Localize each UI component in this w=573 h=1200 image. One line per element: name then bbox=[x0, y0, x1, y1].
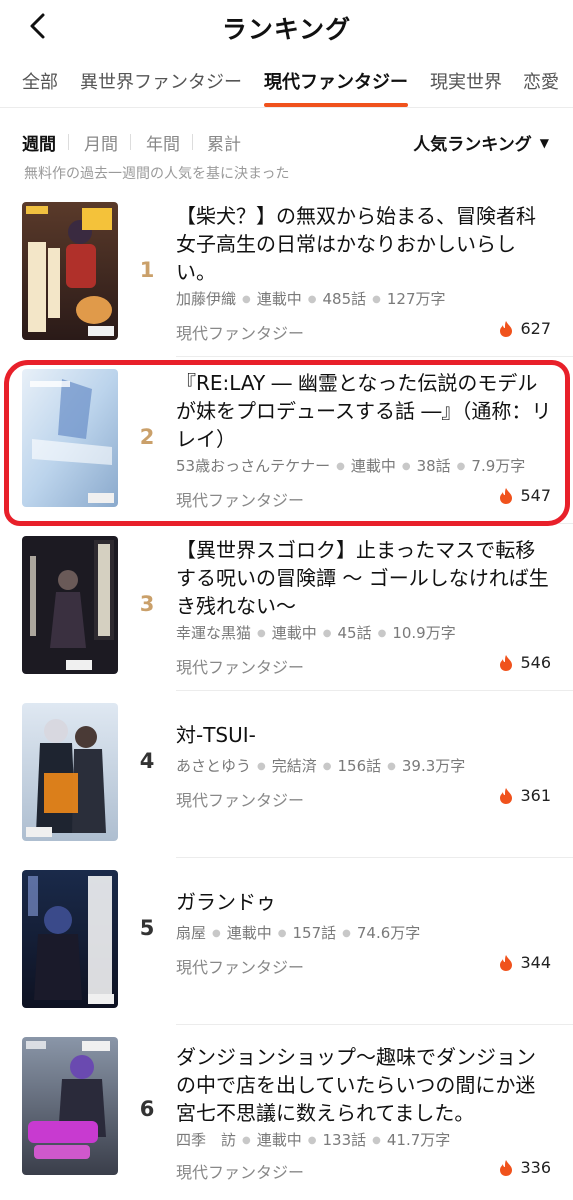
rank-number: 4 bbox=[139, 749, 155, 773]
book-cover bbox=[22, 202, 118, 340]
tab-modern-fantasy[interactable]: 現代ファンタジー bbox=[264, 68, 408, 94]
heat-score: 361 bbox=[498, 786, 551, 805]
tab-isekai-fantasy[interactable]: 異世界ファンタジー bbox=[80, 68, 242, 94]
work-title: 対-TSUI- bbox=[176, 723, 256, 747]
heat-value: 361 bbox=[520, 786, 551, 805]
sort-label: 人気ランキング bbox=[413, 135, 532, 155]
rank-number: 1 bbox=[139, 258, 155, 282]
period-divider bbox=[130, 134, 131, 150]
heat-score: 336 bbox=[498, 1158, 551, 1177]
work-meta: 四季 訪 ● 連載中 ● 133話 ● 41.7万字 bbox=[176, 1131, 451, 1149]
genre-label: 現代ファンタジー bbox=[176, 1163, 305, 1182]
episode-count: 45話 bbox=[337, 624, 372, 642]
rank-number: 5 bbox=[139, 916, 155, 940]
period-tabs: 週間 月間 年間 累計 人気ランキング ▼ bbox=[0, 128, 573, 158]
author-name: 四季 訪 bbox=[176, 1131, 237, 1149]
genre-label: 現代ファンタジー bbox=[176, 491, 305, 510]
period-divider bbox=[192, 134, 193, 150]
status: 連載中 bbox=[271, 624, 317, 642]
episode-count: 38話 bbox=[416, 457, 451, 475]
genre-label: 現代ファンタジー bbox=[176, 791, 305, 810]
flame-icon bbox=[500, 1159, 513, 1176]
work-title: 【柴犬？】の無双から始まる、冒険者科女子高生の日常はかなりおかしいらしい。 bbox=[176, 204, 536, 284]
episode-count: 157話 bbox=[292, 924, 337, 942]
sort-dropdown[interactable]: 人気ランキング ▼ bbox=[413, 130, 549, 155]
status: 連載中 bbox=[226, 924, 272, 942]
work-meta: 53歳おっさんテケナー ● 連載中 ● 38話 ● 7.9万字 bbox=[176, 457, 526, 475]
heat-score: 627 bbox=[498, 319, 551, 338]
period-tab-monthly[interactable]: 月間 bbox=[84, 130, 118, 155]
work-meta: 幸運な黒猫 ● 連載中 ● 45話 ● 10.9万字 bbox=[176, 624, 456, 642]
heat-value: 336 bbox=[520, 1158, 551, 1177]
flame-icon bbox=[500, 787, 513, 804]
book-cover bbox=[22, 1037, 118, 1175]
book-cover bbox=[22, 369, 118, 507]
ranking-item[interactable]: 5 ガランドゥ 扇屋 ● 連載中 ● 157話 ● 74.6万字 現代ファンタジー 344 bbox=[0, 858, 573, 1025]
heat-score: 344 bbox=[498, 953, 551, 972]
tab-romance[interactable]: 恋愛 bbox=[523, 68, 559, 94]
genre-label: 現代ファンタジー bbox=[176, 324, 305, 343]
top-bar: ランキング bbox=[0, 0, 573, 52]
genre-label: 現代ファンタジー bbox=[176, 958, 305, 977]
ranking-item[interactable]: 3 【異世界スゴロク】止まったマスで転移する呪いの冒険譚 〜 ゴールしなければ生… bbox=[0, 524, 573, 691]
heat-score: 547 bbox=[498, 486, 551, 505]
flame-icon bbox=[500, 954, 513, 971]
genre-label: 現代ファンタジー bbox=[176, 658, 305, 677]
flame-icon bbox=[500, 487, 513, 504]
tab-all[interactable]: 全部 bbox=[22, 68, 58, 94]
flame-icon bbox=[500, 654, 513, 671]
flame-icon bbox=[500, 320, 513, 337]
heat-value: 546 bbox=[520, 653, 551, 672]
period-tab-total[interactable]: 累計 bbox=[207, 130, 241, 155]
status: 連載中 bbox=[256, 290, 302, 308]
period-divider bbox=[68, 134, 69, 150]
author-name: 53歳おっさんテケナー bbox=[176, 457, 331, 475]
book-cover bbox=[22, 703, 118, 841]
tab-real-world[interactable]: 現実世界 bbox=[430, 68, 502, 94]
period-tab-weekly[interactable]: 週間 bbox=[22, 130, 56, 155]
heat-value: 344 bbox=[520, 953, 551, 972]
page-title: ランキング bbox=[221, 15, 352, 44]
active-tab-indicator bbox=[264, 103, 408, 107]
char-count: 10.9万字 bbox=[392, 624, 456, 642]
status: 連載中 bbox=[256, 1131, 302, 1149]
work-meta: 加藤伊織 ● 連載中 ● 485話 ● 127万字 bbox=[176, 290, 446, 308]
rank-number: 6 bbox=[139, 1097, 155, 1121]
char-count: 127万字 bbox=[386, 290, 446, 308]
category-tabs: 全部 異世界ファンタジー 現代ファンタジー 現実世界 恋愛 bbox=[0, 56, 573, 108]
work-meta: 扇屋 ● 連載中 ● 157話 ● 74.6万字 bbox=[176, 924, 421, 942]
ranking-item[interactable]: 4 対-TSUI- あさとゆう ● 完結済 ● 156話 ● 39.3万字 現代ファンタジー… bbox=[0, 691, 573, 858]
book-cover bbox=[22, 870, 118, 1008]
ranking-item[interactable]: 2 『RE:LAY ― 幽霊となった伝説のモデルが妹をプロデュースする話 ―』（… bbox=[0, 357, 573, 524]
char-count: 74.6万字 bbox=[356, 924, 421, 942]
work-meta: あさとゆう ● 完結済 ● 156話 ● 39.3万字 bbox=[176, 757, 466, 775]
author-name: 加藤伊織 bbox=[176, 290, 237, 308]
author-name: あさとゆう bbox=[176, 757, 252, 775]
work-title: 【異世界スゴロク】止まったマスで転移する呪いの冒険譚 〜 ゴールしなければ生き残… bbox=[176, 538, 549, 618]
ranking-item[interactable]: 6 ダンジョンショップ〜趣味でダンジョンの中で店を出していたらいつの間にか迷宮七… bbox=[0, 1025, 573, 1192]
caret-down-icon: ▼ bbox=[539, 135, 549, 150]
ranking-item[interactable]: 1 【柴犬？】の無双から始まる、冒険者科女子高生の日常はかなりおかしいらしい。 … bbox=[0, 190, 573, 357]
heat-value: 627 bbox=[520, 319, 551, 338]
episode-count: 156話 bbox=[337, 757, 382, 775]
heat-score: 546 bbox=[498, 653, 551, 672]
work-title: 『RE:LAY ― 幽霊となった伝説のモデルが妹をプロデュースする話 ―』（通称… bbox=[176, 371, 552, 451]
period-tab-yearly[interactable]: 年間 bbox=[146, 130, 180, 155]
author-name: 幸運な黒猫 bbox=[176, 624, 252, 642]
char-count: 41.7万字 bbox=[386, 1131, 451, 1149]
episode-count: 133話 bbox=[322, 1131, 367, 1149]
rank-number: 3 bbox=[139, 592, 155, 616]
ranking-note: 無料作の過去一週間の人気を基に決まった bbox=[24, 166, 290, 182]
char-count: 7.9万字 bbox=[471, 457, 526, 475]
book-cover bbox=[22, 536, 118, 674]
status: 完結済 bbox=[271, 757, 317, 775]
work-title: ガランドゥ bbox=[176, 890, 276, 914]
status: 連載中 bbox=[350, 457, 396, 475]
work-title: ダンジョンショップ〜趣味でダンジョンの中で店を出していたらいつの間にか迷宮七不思… bbox=[176, 1045, 536, 1125]
heat-value: 547 bbox=[520, 486, 551, 505]
episode-count: 485話 bbox=[322, 290, 367, 308]
author-name: 扇屋 bbox=[176, 924, 207, 942]
rank-number: 2 bbox=[139, 425, 155, 449]
char-count: 39.3万字 bbox=[401, 757, 466, 775]
